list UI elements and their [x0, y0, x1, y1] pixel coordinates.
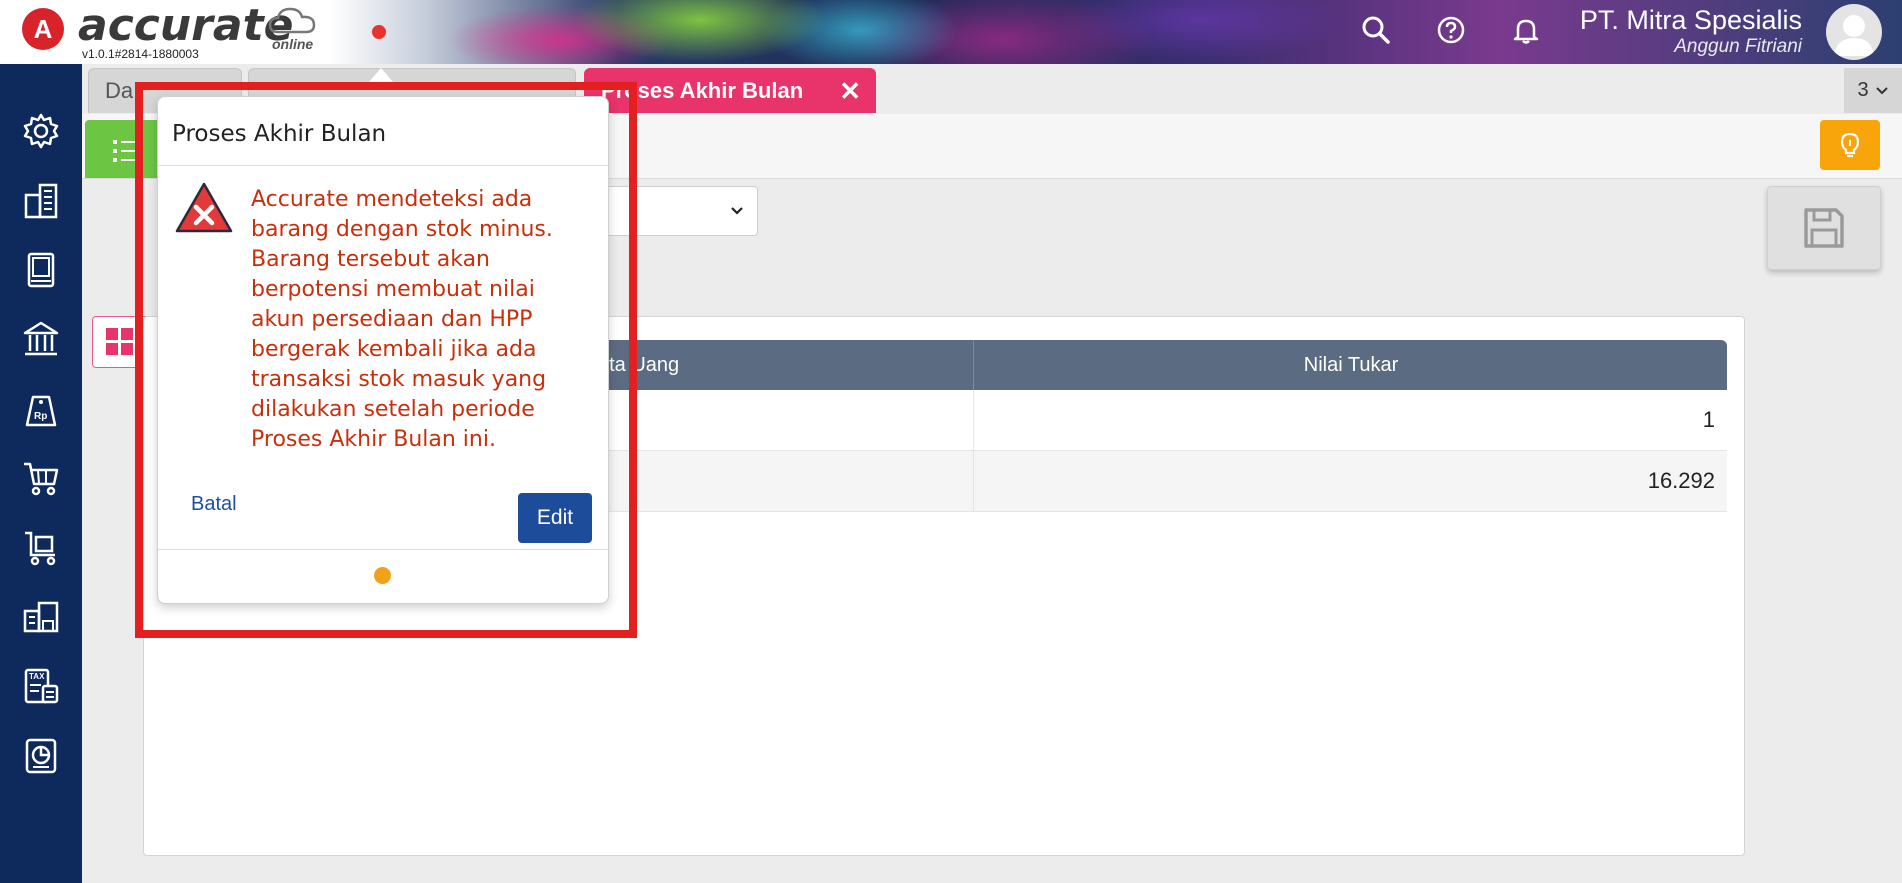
report-chart-icon[interactable]	[18, 733, 64, 779]
warehouse-icon[interactable]	[18, 594, 64, 640]
rate-cell: 16.292	[1647, 468, 1715, 493]
price-tag-icon[interactable]: Rp	[18, 386, 64, 432]
tab-count-dropdown[interactable]: 3	[1844, 68, 1902, 113]
rate-cell: 1	[1702, 407, 1715, 432]
avatar[interactable]	[1826, 4, 1882, 60]
chevron-down-icon	[731, 207, 743, 215]
sidebar: Rp TAX	[0, 64, 82, 883]
help-icon[interactable]	[1435, 14, 1467, 46]
save-button[interactable]	[1767, 186, 1881, 270]
purchase-icon[interactable]	[18, 524, 64, 570]
cell-divider	[973, 451, 974, 511]
column-header-rate[interactable]: Nilai Tukar	[973, 340, 1728, 390]
company-info[interactable]: PT. Mitra Spesialis Anggun Fitriani	[1580, 4, 1802, 58]
popup-pointer	[369, 68, 393, 82]
cell-divider	[973, 390, 974, 450]
top-header: A accurate online v1.0.1#2814-1880003 PT…	[0, 0, 1902, 64]
search-icon[interactable]	[1360, 14, 1392, 46]
tab-label: Da	[105, 78, 134, 103]
notification-dot	[372, 25, 386, 39]
lightbulb-icon	[1840, 132, 1860, 158]
cart-icon[interactable]	[18, 455, 64, 501]
tips-button[interactable]	[1820, 120, 1880, 170]
logo-text: accurate	[78, 0, 294, 51]
save-icon	[1804, 208, 1844, 248]
bank-icon[interactable]	[18, 316, 64, 362]
logo-online: online	[272, 36, 314, 52]
svg-text:TAX: TAX	[29, 672, 45, 681]
svg-text:Rp: Rp	[34, 411, 47, 422]
book-icon[interactable]	[18, 247, 64, 293]
gear-icon[interactable]	[18, 108, 64, 154]
company-name: PT. Mitra Spesialis	[1579, 5, 1802, 35]
grid-icon	[106, 328, 133, 355]
logo-mark: A	[22, 8, 64, 50]
bell-icon[interactable]	[1510, 14, 1542, 46]
tab-count: 3	[1857, 79, 1869, 101]
chevron-down-icon	[1875, 86, 1888, 94]
user-name: Anggun Fitriani	[1674, 36, 1802, 57]
close-icon[interactable]: ✕	[839, 76, 861, 107]
tax-icon[interactable]: TAX	[18, 663, 64, 709]
building-icon[interactable]	[18, 178, 64, 224]
version-label: v1.0.1#2814-1880003	[82, 47, 199, 61]
app-logo[interactable]: A accurate online v1.0.1#2814-1880003	[22, 0, 352, 61]
cloud-icon	[268, 7, 316, 34]
highlight-box	[135, 82, 637, 638]
